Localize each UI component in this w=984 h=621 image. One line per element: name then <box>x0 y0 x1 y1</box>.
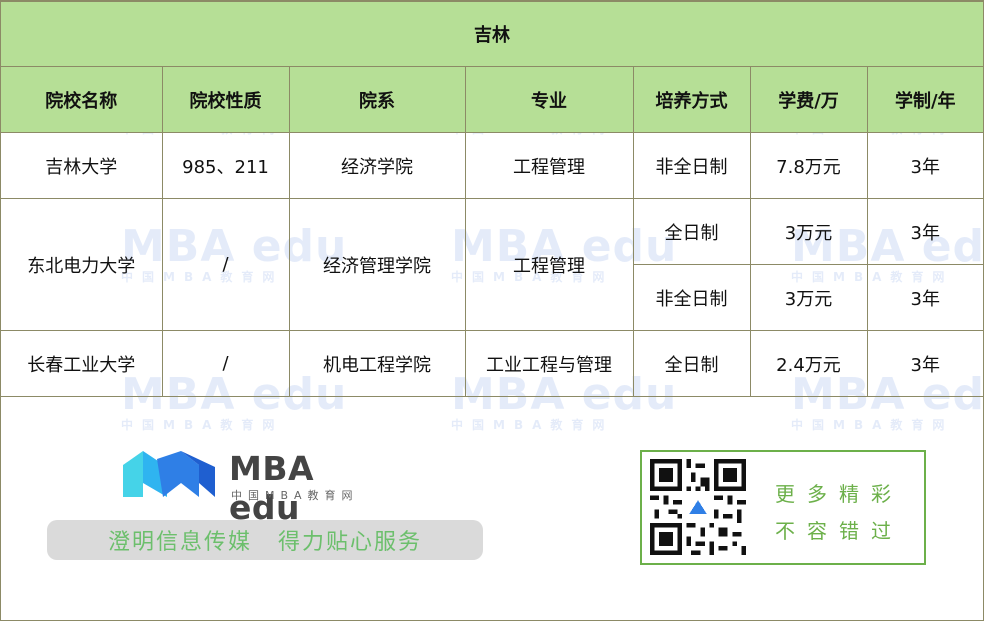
slogan-text: 得力贴心服务 <box>278 530 423 555</box>
slogan-text: 澄明信息传媒 <box>107 530 252 555</box>
school-name-cell: 长春工业大学 <box>1 330 163 397</box>
major-cell: 工程管理 <box>464 198 634 331</box>
mba-edu-logo: MBA edu 中国MBA教育网 <box>123 449 393 527</box>
major-cell: 工程管理 <box>464 132 634 199</box>
duration-cell: 3年 <box>866 264 984 331</box>
school-name-cell: 东北电力大学 <box>1 198 163 331</box>
tuition-cell: 7.8万元 <box>749 132 868 199</box>
qr-caption: 不容错过 <box>775 519 903 543</box>
logo-subtitle: 中国MBA教育网 <box>231 489 359 502</box>
school-name-cell: 吉林大学 <box>1 132 163 199</box>
page: MBA edu中国MBA教育网 MBA edu中国MBA教育网 MBA edu中… <box>0 0 984 621</box>
qr-panel: 更多精彩 不容错过 <box>640 450 926 565</box>
school-nature-cell: / <box>161 330 290 397</box>
qr-caption: 更多精彩 <box>775 482 903 506</box>
department-cell: 经济管理学院 <box>288 198 466 331</box>
table-row: 吉林大学 985、211 经济学院 工程管理 非全日制 7.8万元 3年 <box>1 132 984 199</box>
study-mode-cell: 非全日制 <box>633 264 751 331</box>
column-header: 院校名称 <box>1 66 163 133</box>
study-mode-cell: 非全日制 <box>632 132 751 199</box>
department-cell: 经济学院 <box>288 132 466 199</box>
study-mode-cell: 全日制 <box>632 198 751 265</box>
school-nature-cell: / <box>161 198 290 331</box>
column-header: 培养方式 <box>632 66 751 133</box>
major-cell: 工业工程与管理 <box>464 330 634 397</box>
table-row: 长春工业大学 / 机电工程学院 工业工程与管理 全日制 2.4万元 3年 <box>1 330 984 397</box>
tuition-cell: 3万元 <box>749 198 868 265</box>
study-mode-cell: 全日制 <box>632 330 751 397</box>
column-header: 院校性质 <box>161 66 290 133</box>
qr-code-icon <box>650 459 746 555</box>
slogan-bar: 澄明信息传媒 得力贴心服务 <box>47 520 483 560</box>
column-header: 学费/万 <box>749 66 868 133</box>
column-header: 院系 <box>288 66 466 133</box>
duration-cell: 3年 <box>866 198 984 265</box>
table-row: 东北电力大学 / 经济管理学院 工程管理 全日制 3万元 3年 <box>1 198 984 331</box>
department-cell: 机电工程学院 <box>288 330 466 397</box>
school-nature-cell: 985、211 <box>161 132 290 199</box>
duration-cell: 3年 <box>866 330 984 397</box>
column-header: 专业 <box>464 66 634 133</box>
tuition-cell: 3万元 <box>749 264 868 331</box>
column-header: 学制/年 <box>866 66 984 133</box>
tuition-cell: 2.4万元 <box>749 330 868 397</box>
logo-mark-icon <box>123 451 215 497</box>
duration-cell: 3年 <box>866 132 984 199</box>
header-row: 院校名称 院校性质 院系 专业 培养方式 学费/万 学制/年 <box>1 66 984 133</box>
table-title: 吉林 <box>1 1 984 67</box>
program-table: 吉林 院校名称 院校性质 院系 专业 培养方式 学费/万 学制/年 吉林大学 9… <box>1 1 984 397</box>
